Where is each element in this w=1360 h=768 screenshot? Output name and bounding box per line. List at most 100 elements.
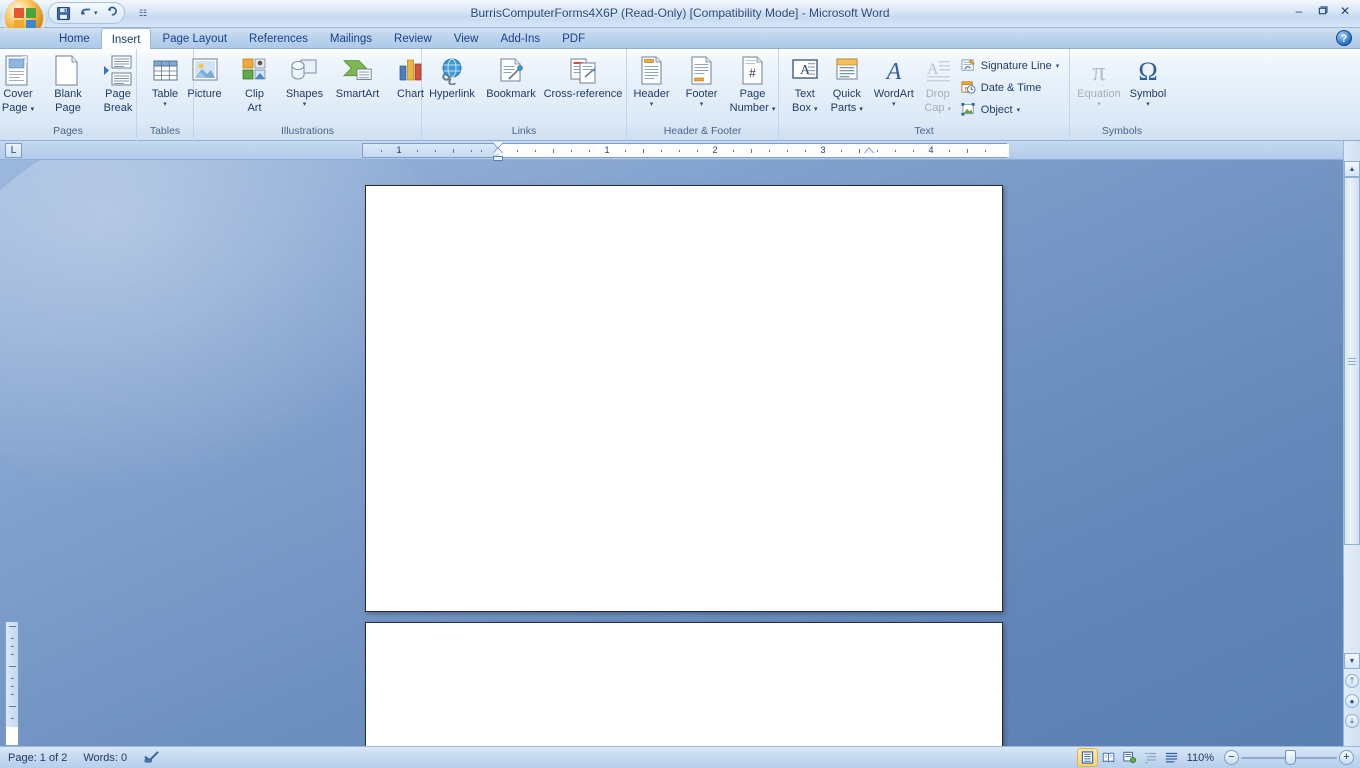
title-bar: BurrisComputerForms4X6P (Read-Only) [Com… (0, 0, 1360, 38)
restore-button[interactable] (1311, 2, 1333, 20)
table-dropdown-caret[interactable]: ▾ (163, 101, 167, 108)
scrollbar-thumb[interactable] (1344, 177, 1360, 545)
shapes-dropdown-caret[interactable]: ▾ (303, 101, 307, 108)
redo-button[interactable] (100, 4, 120, 22)
ribbon-group-links: Hyperlink Bookmark Cross-reference Links (422, 49, 627, 141)
drop-cap-icon: A (922, 55, 954, 87)
ruler-number-4: 4 (928, 145, 934, 155)
tab-add-ins[interactable]: Add-Ins (489, 28, 551, 49)
date-time-button[interactable]: 5 Date & Time (957, 77, 1063, 99)
hyperlink-button[interactable]: Hyperlink (423, 52, 481, 101)
bookmark-button[interactable]: Bookmark (481, 52, 541, 101)
tab-review[interactable]: Review (383, 28, 443, 49)
zoom-in-button[interactable]: + (1339, 750, 1354, 765)
text-box-button[interactable]: A Text Box ▾ (785, 52, 825, 115)
undo-button[interactable] (75, 4, 95, 22)
equation-button[interactable]: π Equation ▾ (1073, 52, 1125, 108)
office-logo-icon (14, 8, 36, 30)
cross-reference-label: Cross-reference (543, 88, 623, 100)
symbol-dropdown-caret[interactable]: ▾ (1146, 101, 1150, 108)
zoom-out-button[interactable]: − (1224, 750, 1239, 765)
previous-page-button[interactable]: ⤒ (1345, 674, 1359, 688)
status-page-indicator[interactable]: Page: 1 of 2 (0, 748, 75, 768)
wordart-label: WordArt (873, 88, 914, 100)
view-full-screen-reading-button[interactable] (1099, 749, 1118, 766)
minimize-button[interactable]: – (1288, 2, 1310, 20)
clip-art-button[interactable]: Clip Art (230, 52, 280, 114)
cross-reference-button[interactable]: Cross-reference (541, 52, 625, 101)
quick-parts-button[interactable]: Quick Parts ▾ (825, 52, 869, 115)
blank-page-button[interactable]: Blank Page (43, 52, 93, 114)
save-icon (56, 6, 70, 20)
tab-insert[interactable]: Insert (100, 28, 152, 50)
scroll-down-button[interactable]: ▼ (1344, 653, 1360, 669)
zoom-level-label[interactable]: 110% (1183, 752, 1222, 764)
page-1-content[interactable] (366, 186, 1002, 206)
tab-view[interactable]: View (443, 28, 490, 49)
zoom-slider-thumb[interactable] (1285, 750, 1296, 765)
cover-page-button[interactable]: Cover Page ▾ (0, 52, 43, 115)
vertical-ruler[interactable] (5, 621, 19, 746)
hyperlink-icon (436, 55, 468, 87)
footer-dropdown-caret[interactable]: ▾ (700, 101, 704, 108)
close-button[interactable]: ✕ (1334, 2, 1356, 20)
customize-quick-access-toolbar-button[interactable]: ☷ (136, 5, 150, 21)
ribbon-tabs: Home Insert Page Layout References Maili… (48, 28, 596, 50)
tab-stop-selector-button[interactable]: L (5, 143, 22, 158)
view-draft-button[interactable] (1162, 749, 1181, 766)
vertical-scrollbar[interactable]: ▲ ▼ ⤒ ● ⤓ (1343, 141, 1360, 746)
header-dropdown-caret[interactable]: ▾ (650, 101, 654, 108)
wordart-button[interactable]: A WordArt ▾ (869, 52, 919, 108)
tab-home[interactable]: Home (48, 28, 101, 49)
page-number-button[interactable]: # Page Number ▾ (727, 52, 779, 115)
equation-dropdown-caret[interactable]: ▾ (1097, 101, 1101, 108)
symbol-button[interactable]: Ω Symbol ▾ (1125, 52, 1171, 108)
tab-page-layout[interactable]: Page Layout (151, 28, 238, 49)
outline-icon (1144, 752, 1156, 764)
zoom-slider[interactable] (1241, 750, 1337, 765)
page-break-button[interactable]: Page Break (93, 52, 143, 114)
undo-dropdown-caret[interactable]: ▾ (94, 9, 98, 17)
header-button[interactable]: Header ▾ (627, 52, 677, 108)
tab-pdf[interactable]: PDF (551, 28, 596, 49)
shapes-button[interactable]: Shapes ▾ (280, 52, 330, 108)
smartart-button[interactable]: SmartArt (330, 52, 386, 101)
print-layout-icon (1081, 751, 1093, 764)
wordart-dropdown-caret[interactable]: ▾ (892, 101, 896, 108)
tab-references[interactable]: References (238, 28, 319, 49)
status-word-count[interactable]: Words: 0 (75, 748, 135, 768)
blank-page-icon (52, 55, 84, 87)
proofing-errors-icon (144, 751, 159, 763)
view-web-layout-button[interactable] (1120, 749, 1139, 766)
horizontal-ruler[interactable]: 1 1 2 3 4 (362, 143, 1009, 158)
smartart-icon (342, 55, 374, 87)
save-button[interactable] (53, 4, 73, 22)
next-page-button[interactable]: ⤓ (1345, 714, 1359, 728)
footer-button[interactable]: Footer ▾ (677, 52, 727, 108)
object-button[interactable]: Object ▾ (957, 99, 1063, 121)
select-browse-object-button[interactable]: ● (1345, 694, 1359, 708)
clip-art-label-2: Art (247, 101, 262, 114)
group-label-links: Links (511, 125, 537, 137)
object-dropdown-caret[interactable]: ▾ (1017, 106, 1021, 114)
page-1[interactable] (365, 185, 1003, 612)
view-outline-button[interactable] (1141, 749, 1160, 766)
ribbon-group-text: A Text Box ▾ Quick Parts ▾ A WordArt ▾ A… (779, 49, 1070, 141)
drop-cap-button[interactable]: A Drop Cap ▾ (919, 52, 957, 115)
picture-button[interactable]: Picture (180, 52, 230, 101)
signature-line-dropdown-caret[interactable]: ▾ (1056, 62, 1060, 70)
bookmark-label: Bookmark (486, 88, 536, 100)
ribbon-tab-strip: Home Insert Page Layout References Maili… (0, 28, 1360, 50)
help-icon[interactable]: ? (1336, 30, 1352, 46)
tab-mailings[interactable]: Mailings (319, 28, 383, 49)
footer-label: Footer (685, 88, 718, 100)
view-print-layout-button[interactable] (1076, 748, 1098, 767)
signature-line-button[interactable]: Signature Line ▾ (957, 55, 1063, 77)
ruler-number-2: 2 (712, 145, 718, 155)
scroll-up-button[interactable]: ▲ (1344, 161, 1360, 177)
status-proofing-errors-button[interactable] (135, 748, 168, 768)
chart-label: Chart (397, 88, 424, 100)
date-time-icon: 5 (961, 80, 977, 96)
page-2[interactable] (365, 622, 1003, 746)
wordart-icon: A (878, 55, 910, 87)
